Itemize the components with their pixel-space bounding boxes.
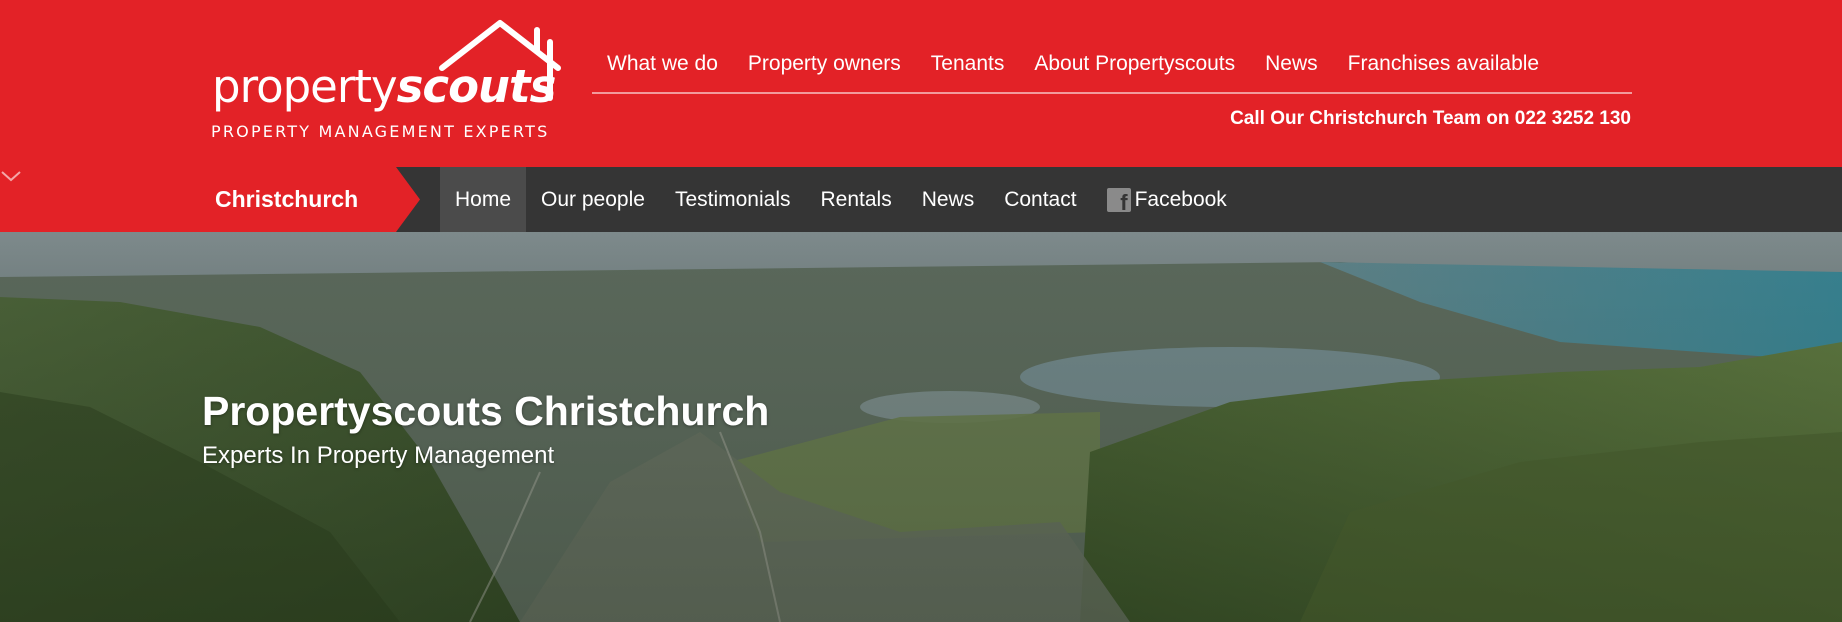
location-nav-links: Home Our people Testimonials Rentals New… bbox=[440, 167, 1242, 232]
main-nav-about[interactable]: About Propertyscouts bbox=[1034, 53, 1235, 80]
logo-tagline: PROPERTY MANAGEMENT EXPERTS bbox=[211, 122, 550, 141]
location-label: Christchurch bbox=[215, 186, 359, 212]
hero-subtitle: Experts In Property Management bbox=[202, 442, 555, 469]
top-header: propertyscouts PROPERTY MANAGEMENT EXPER… bbox=[0, 0, 1842, 167]
sub-nav-contact[interactable]: Contact bbox=[989, 167, 1091, 232]
call-team-phone[interactable]: Call Our Christchurch Team on 022 3252 1… bbox=[1230, 108, 1631, 130]
main-nav: What we do Property owners Tenants About… bbox=[592, 40, 1632, 94]
main-nav-property-owners[interactable]: Property owners bbox=[748, 53, 901, 80]
hero-title: Propertyscouts Christchurch bbox=[202, 388, 770, 434]
sub-nav-rentals[interactable]: Rentals bbox=[805, 167, 906, 232]
facebook-icon: f bbox=[1106, 187, 1131, 213]
hero-banner: Propertyscouts Christchurch Experts In P… bbox=[0, 232, 1842, 622]
main-nav-what-we-do[interactable]: What we do bbox=[607, 53, 718, 80]
sub-nav-news[interactable]: News bbox=[907, 167, 990, 232]
sub-nav-home[interactable]: Home bbox=[440, 167, 527, 232]
main-nav-news[interactable]: News bbox=[1265, 53, 1318, 80]
sub-nav-facebook[interactable]: f Facebook bbox=[1092, 167, 1242, 232]
chevron-down-icon bbox=[1, 171, 21, 182]
sub-nav-testimonials[interactable]: Testimonials bbox=[660, 167, 806, 232]
sub-nav-our-people[interactable]: Our people bbox=[526, 167, 660, 232]
location-nav: Christchurch Home Our people Testimonial… bbox=[0, 167, 1842, 232]
main-nav-tenants[interactable]: Tenants bbox=[931, 53, 1005, 80]
propertyscouts-logo[interactable]: propertyscouts PROPERTY MANAGEMENT EXPER… bbox=[210, 18, 570, 140]
sub-nav-facebook-label: Facebook bbox=[1134, 187, 1227, 211]
logo-wordmark: propertyscouts bbox=[212, 60, 556, 113]
main-nav-franchises[interactable]: Franchises available bbox=[1348, 53, 1539, 80]
location-selector[interactable]: Christchurch bbox=[0, 167, 420, 232]
